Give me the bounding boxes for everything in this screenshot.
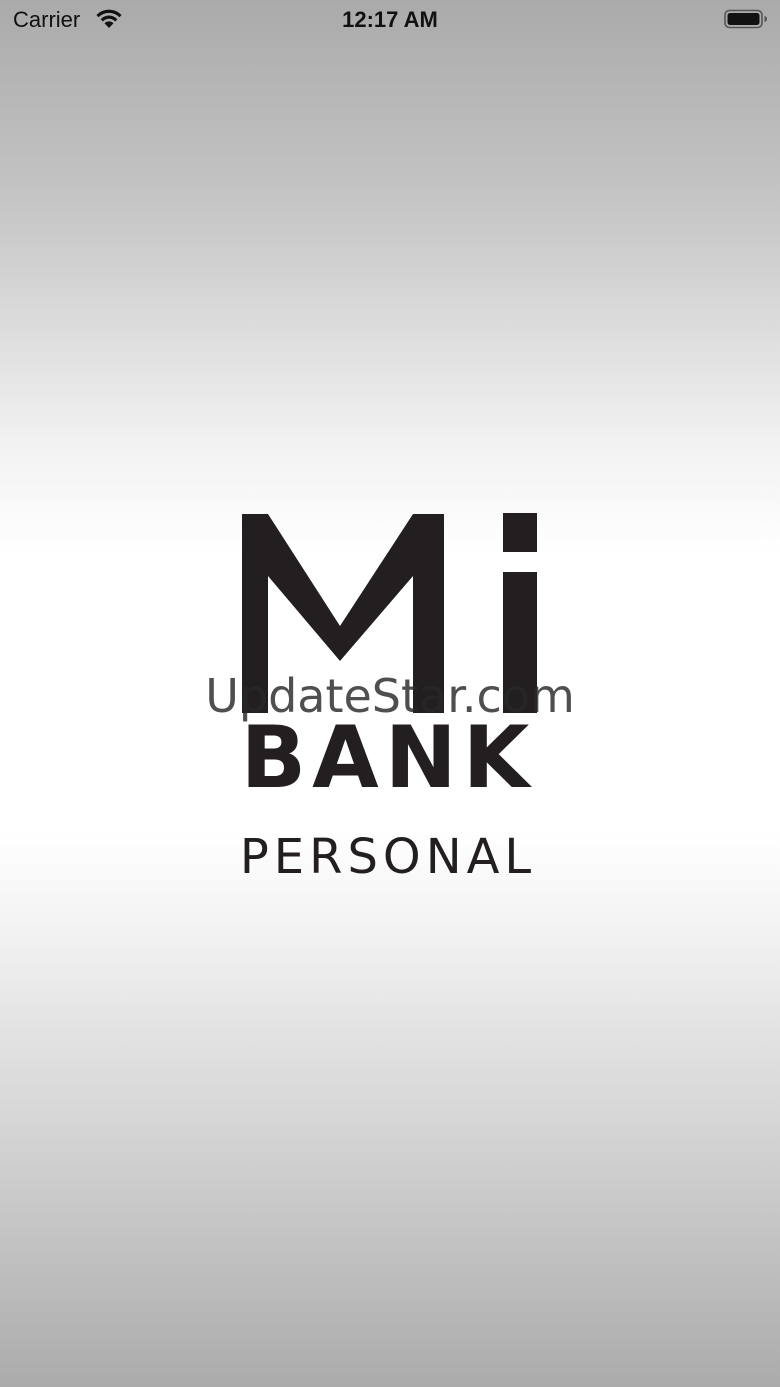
bank-wordmark: BANK [240, 708, 536, 808]
watermark-text: UpdateStar.com [205, 669, 575, 723]
status-time: 12:17 AM [342, 7, 438, 32]
battery-icon [724, 9, 767, 29]
status-bar: Carrier 12:17 AM [0, 0, 780, 40]
personal-wordmark: PERSONAL [239, 829, 537, 885]
